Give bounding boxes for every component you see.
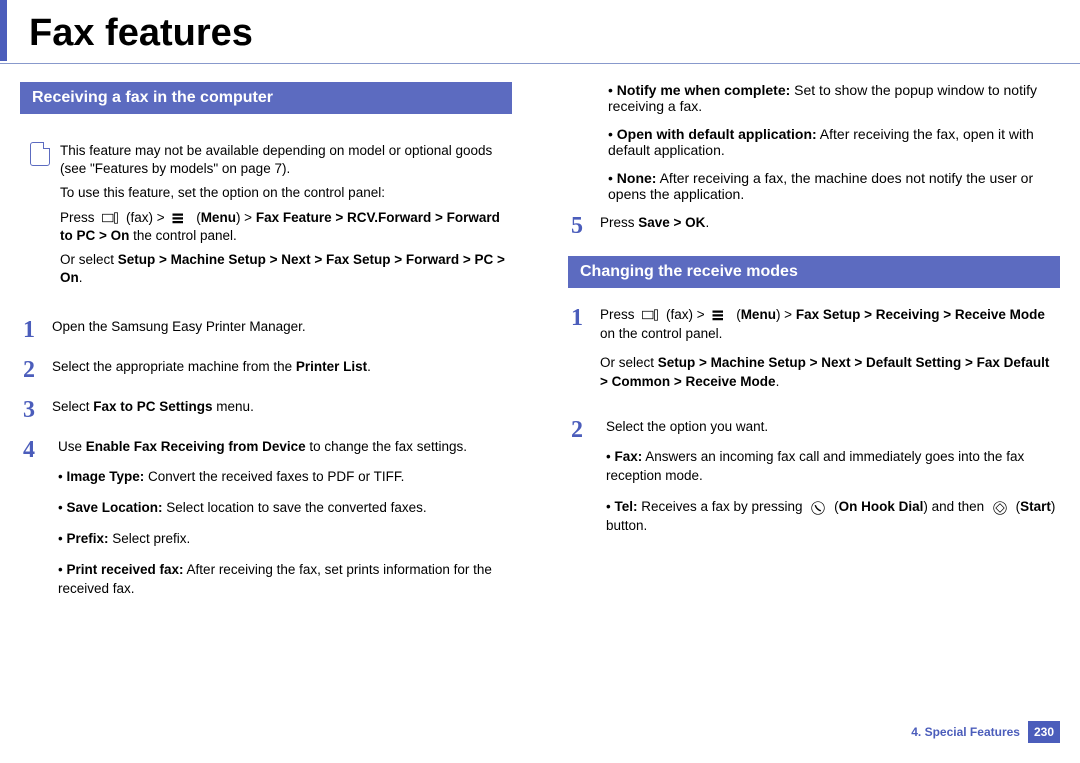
- left-column: Receiving a fax in the computer This fea…: [20, 82, 512, 627]
- note-line-2: To use this feature, set the option on t…: [60, 184, 512, 202]
- step-number: 2: [20, 358, 38, 382]
- phone-icon: [809, 501, 827, 515]
- left-steps: 1 Open the Samsung Easy Printer Manager.…: [20, 318, 512, 611]
- header-rule: [0, 63, 1080, 64]
- right-top-bullets: • Notify me when complete: Set to show t…: [602, 82, 1060, 202]
- step-body: Select Fax to PC Settings menu.: [52, 398, 512, 422]
- menu-icon: [711, 308, 729, 322]
- step-3: 3 Select Fax to PC Settings menu.: [20, 398, 512, 422]
- page-title: Fax features: [0, 0, 1080, 61]
- fax-icon: [101, 211, 119, 225]
- note-icon: [30, 142, 50, 166]
- note-box: This feature may not be available depend…: [20, 132, 512, 304]
- step-1: 1 Open the Samsung Easy Printer Manager.: [20, 318, 512, 342]
- section-heading-left: Receiving a fax in the computer: [20, 82, 512, 114]
- step-number: 2: [568, 418, 586, 548]
- footer-chapter: 4. Special Features: [911, 725, 1020, 739]
- footer-page: 230: [1028, 721, 1060, 743]
- menu-icon: [171, 211, 189, 225]
- step-5: 5 Press Save > OK.: [568, 214, 1060, 238]
- right-step-1: 1 Press (fax) > (Menu) > Fax Setup > Rec…: [568, 306, 1060, 402]
- fax-icon: [641, 308, 659, 322]
- step-body: Select the appropriate machine from the …: [52, 358, 512, 382]
- section-heading-right: Changing the receive modes: [568, 256, 1060, 288]
- step-body: Press Save > OK.: [600, 214, 1060, 238]
- note-body: This feature may not be available depend…: [60, 142, 512, 294]
- step-4: 4 Use Enable Fax Receiving from Device t…: [20, 438, 512, 611]
- step-2: 2 Select the appropriate machine from th…: [20, 358, 512, 382]
- right-step-2: 2 Select the option you want. • Fax: Ans…: [568, 418, 1060, 548]
- footer: 4. Special Features 230: [911, 721, 1060, 743]
- step-number: 1: [568, 306, 586, 402]
- step-body: Press (fax) > (Menu) > Fax Setup > Recei…: [600, 306, 1060, 402]
- note-line-1: This feature may not be available depend…: [60, 142, 512, 178]
- step-body: Open the Samsung Easy Printer Manager.: [52, 318, 512, 342]
- step-number: 5: [568, 214, 586, 238]
- start-icon: [991, 501, 1009, 515]
- note-line-3: Press (fax) > (Menu) > Fax Feature > RCV…: [60, 209, 512, 245]
- content-columns: Receiving a fax in the computer This fea…: [0, 82, 1080, 627]
- note-line-4: Or select Setup > Machine Setup > Next >…: [60, 251, 512, 287]
- step-number: 1: [20, 318, 38, 342]
- right-column: • Notify me when complete: Set to show t…: [568, 82, 1060, 627]
- step-body: Select the option you want. • Fax: Answe…: [600, 418, 1060, 548]
- step-number: 3: [20, 398, 38, 422]
- step-number: 4: [20, 438, 38, 611]
- step-body: Use Enable Fax Receiving from Device to …: [52, 438, 512, 611]
